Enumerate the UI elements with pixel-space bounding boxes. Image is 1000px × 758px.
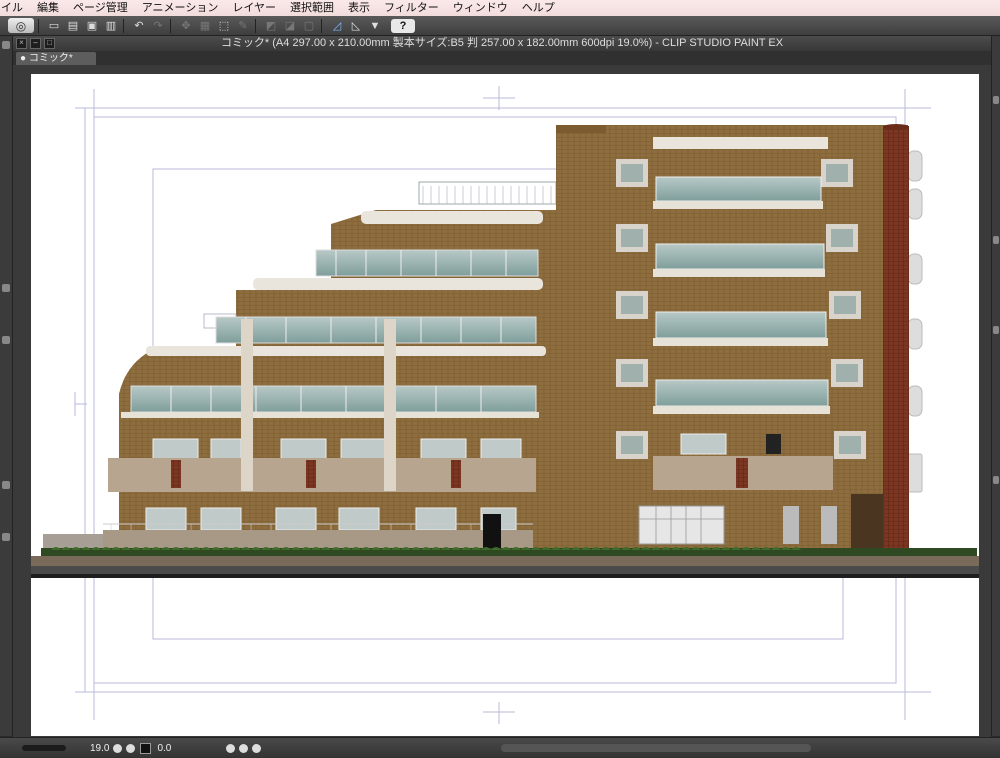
open-file-icon[interactable]: ▤ [65, 18, 81, 33]
toolbar-separator [170, 18, 171, 33]
document-title-bar: × – □ コミック* (A4 297.00 x 210.00mm 製本サイズ:… [13, 36, 991, 51]
transform-icon[interactable]: ⬚ [216, 18, 232, 33]
fit-window-icon[interactable] [140, 742, 152, 754]
menu-layer[interactable]: レイヤー [225, 0, 283, 16]
reset-rotation-icon[interactable] [252, 743, 262, 753]
document-tab-row: ● コミック* [13, 51, 991, 65]
undo-icon[interactable]: ↶ [131, 18, 147, 33]
document-title: コミック* (A4 297.00 x 210.00mm 製本サイズ:B5 判 2… [220, 37, 784, 49]
ruler-snap-icon[interactable]: ◿ [329, 18, 345, 33]
move-icon[interactable]: ✎ [235, 18, 251, 33]
zoom-slider[interactable] [22, 745, 66, 751]
close-icon[interactable]: × [16, 38, 27, 49]
command-bar: ◎ ▭ ▤ ▣ ▥ ↶ ↷ ✥ ▦ ⬚ ✎ ◩ ◪ ▢ ◿ ◺ ▼ ? [0, 16, 1000, 36]
perspective-snap-icon[interactable]: ◺ [348, 18, 364, 33]
clip-studio-logo-icon[interactable]: ◎ [8, 18, 34, 33]
clear-icon[interactable]: ✥ [178, 18, 194, 33]
help-icon[interactable]: ? [391, 18, 415, 33]
new-file-icon[interactable]: ▭ [46, 18, 62, 33]
menu-animation[interactable]: アニメーション [135, 0, 226, 16]
menu-page-management[interactable]: ページ管理 [66, 0, 135, 16]
zoom-stepper-icon[interactable] [113, 743, 123, 753]
panel-icon[interactable] [2, 336, 10, 344]
rotation-value[interactable]: 0.0 [157, 743, 171, 754]
menu-help[interactable]: ヘルプ [515, 0, 562, 16]
minimize-icon[interactable]: – [30, 38, 41, 49]
canvas-area[interactable] [13, 65, 991, 737]
panel-icon[interactable] [2, 41, 10, 49]
menu-bar: イル 編集 ページ管理 アニメーション レイヤー 選択範囲 表示 フィルター ウ… [0, 0, 1000, 16]
panel-icon[interactable] [993, 476, 999, 484]
print-icon[interactable]: ▥ [103, 18, 119, 33]
right-panel-edge [991, 36, 1000, 736]
menu-filter[interactable]: フィルター [377, 0, 446, 16]
building-illustration [31, 86, 979, 724]
panel-icon[interactable] [993, 326, 999, 334]
panel-icon[interactable] [2, 284, 10, 292]
special-ruler-snap-icon[interactable]: ▼ [367, 18, 383, 33]
toolbar-separator [38, 18, 39, 33]
menu-view[interactable]: 表示 [341, 0, 377, 16]
selection-icon[interactable]: ◩ [263, 18, 279, 33]
selection-clear-icon[interactable]: ▢ [301, 18, 317, 33]
toolbar-separator [123, 18, 124, 33]
document-tab-label: コミック* [28, 53, 73, 64]
redo-icon[interactable]: ↷ [150, 18, 166, 33]
document-tab[interactable]: ● コミック* [16, 52, 96, 65]
rotate-left-icon[interactable] [226, 743, 236, 753]
menu-edit[interactable]: 編集 [30, 0, 66, 16]
menu-file[interactable]: イル [0, 0, 30, 16]
menu-selection[interactable]: 選択範囲 [283, 0, 341, 16]
fill-icon[interactable]: ▦ [197, 18, 213, 33]
menu-window[interactable]: ウィンドウ [446, 0, 515, 16]
selection-invert-icon[interactable]: ◪ [282, 18, 298, 33]
maximize-icon[interactable]: □ [44, 38, 55, 49]
panel-icon[interactable] [993, 236, 999, 244]
zoom-fit-icon[interactable] [126, 743, 136, 753]
panel-icon[interactable] [2, 481, 10, 489]
toolbar-separator [321, 18, 322, 33]
horizontal-scrollbar[interactable] [501, 744, 812, 752]
left-panel-edge [0, 36, 13, 736]
ground [31, 547, 979, 578]
save-icon[interactable]: ▣ [84, 18, 100, 33]
status-bar: 19.0 0.0 [0, 737, 1000, 758]
toolbar-separator [255, 18, 256, 33]
rotate-right-icon[interactable] [239, 743, 249, 753]
panel-icon[interactable] [993, 96, 999, 104]
comic-page[interactable] [31, 74, 979, 736]
zoom-value[interactable]: 19.0 [90, 743, 109, 754]
left-wing [43, 181, 557, 554]
panel-icon[interactable] [2, 533, 10, 541]
main-tower [556, 124, 923, 558]
